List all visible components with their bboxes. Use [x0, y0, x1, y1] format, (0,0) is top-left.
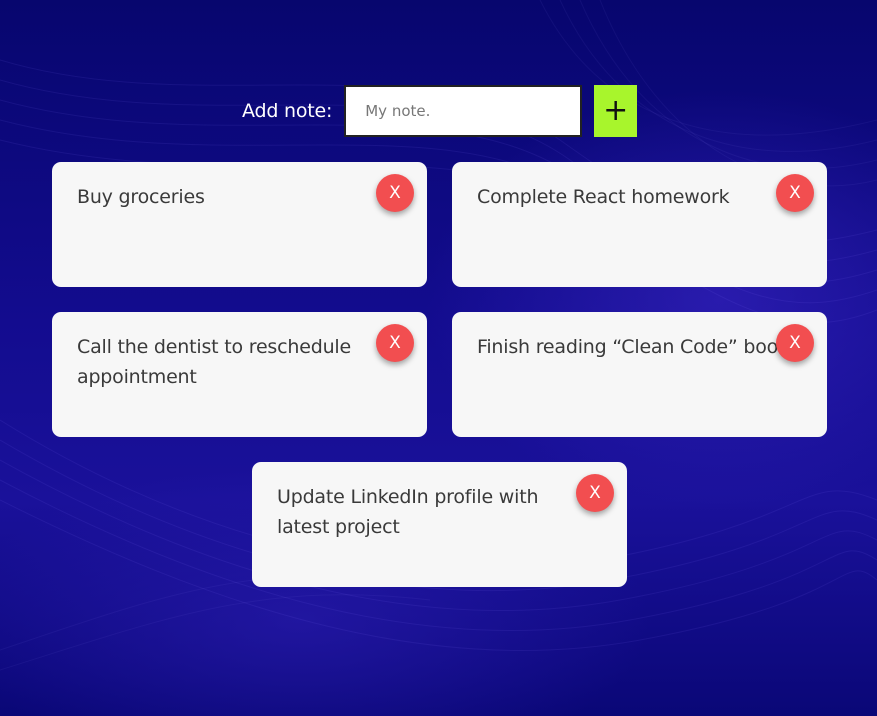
note-card: Complete React homework X [452, 162, 827, 287]
delete-note-button[interactable]: X [376, 174, 414, 212]
note-text: Call the dentist to reschedule appointme… [77, 336, 351, 388]
note-card: Finish reading “Clean Code” book X [452, 312, 827, 437]
note-card: Update LinkedIn profile with latest proj… [252, 462, 627, 587]
note-input[interactable] [344, 85, 583, 137]
delete-note-button[interactable]: X [776, 174, 814, 212]
add-note-form: Add note: + [242, 85, 638, 137]
note-text: Finish reading “Clean Code” book [477, 336, 789, 358]
note-card: Call the dentist to reschedule appointme… [52, 312, 427, 437]
note-card: Buy groceries X [52, 162, 427, 287]
add-note-button[interactable]: + [594, 85, 638, 137]
note-text: Buy groceries [77, 186, 205, 208]
delete-note-button[interactable]: X [376, 324, 414, 362]
delete-note-button[interactable]: X [576, 474, 614, 512]
note-text: Update LinkedIn profile with latest proj… [277, 486, 539, 538]
note-text: Complete React homework [477, 186, 730, 208]
add-note-label: Add note: [242, 100, 333, 122]
delete-note-button[interactable]: X [776, 324, 814, 362]
plus-icon: + [603, 93, 629, 128]
